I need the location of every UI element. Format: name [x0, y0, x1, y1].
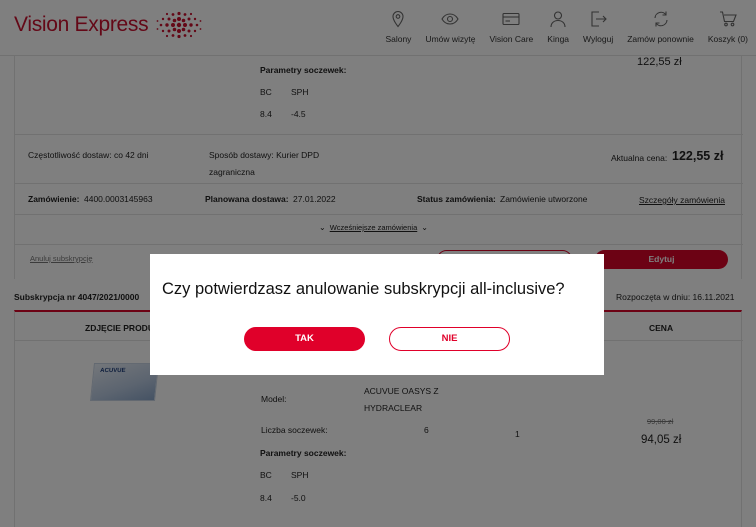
dialog-question: Czy potwierdzasz anulowanie subskrypcji …: [162, 280, 565, 298]
confirm-no-button[interactable]: NIE: [389, 327, 510, 351]
confirm-yes-button[interactable]: TAK: [244, 327, 365, 351]
cancel-subscription-dialog: Czy potwierdzasz anulowanie subskrypcji …: [150, 254, 604, 375]
